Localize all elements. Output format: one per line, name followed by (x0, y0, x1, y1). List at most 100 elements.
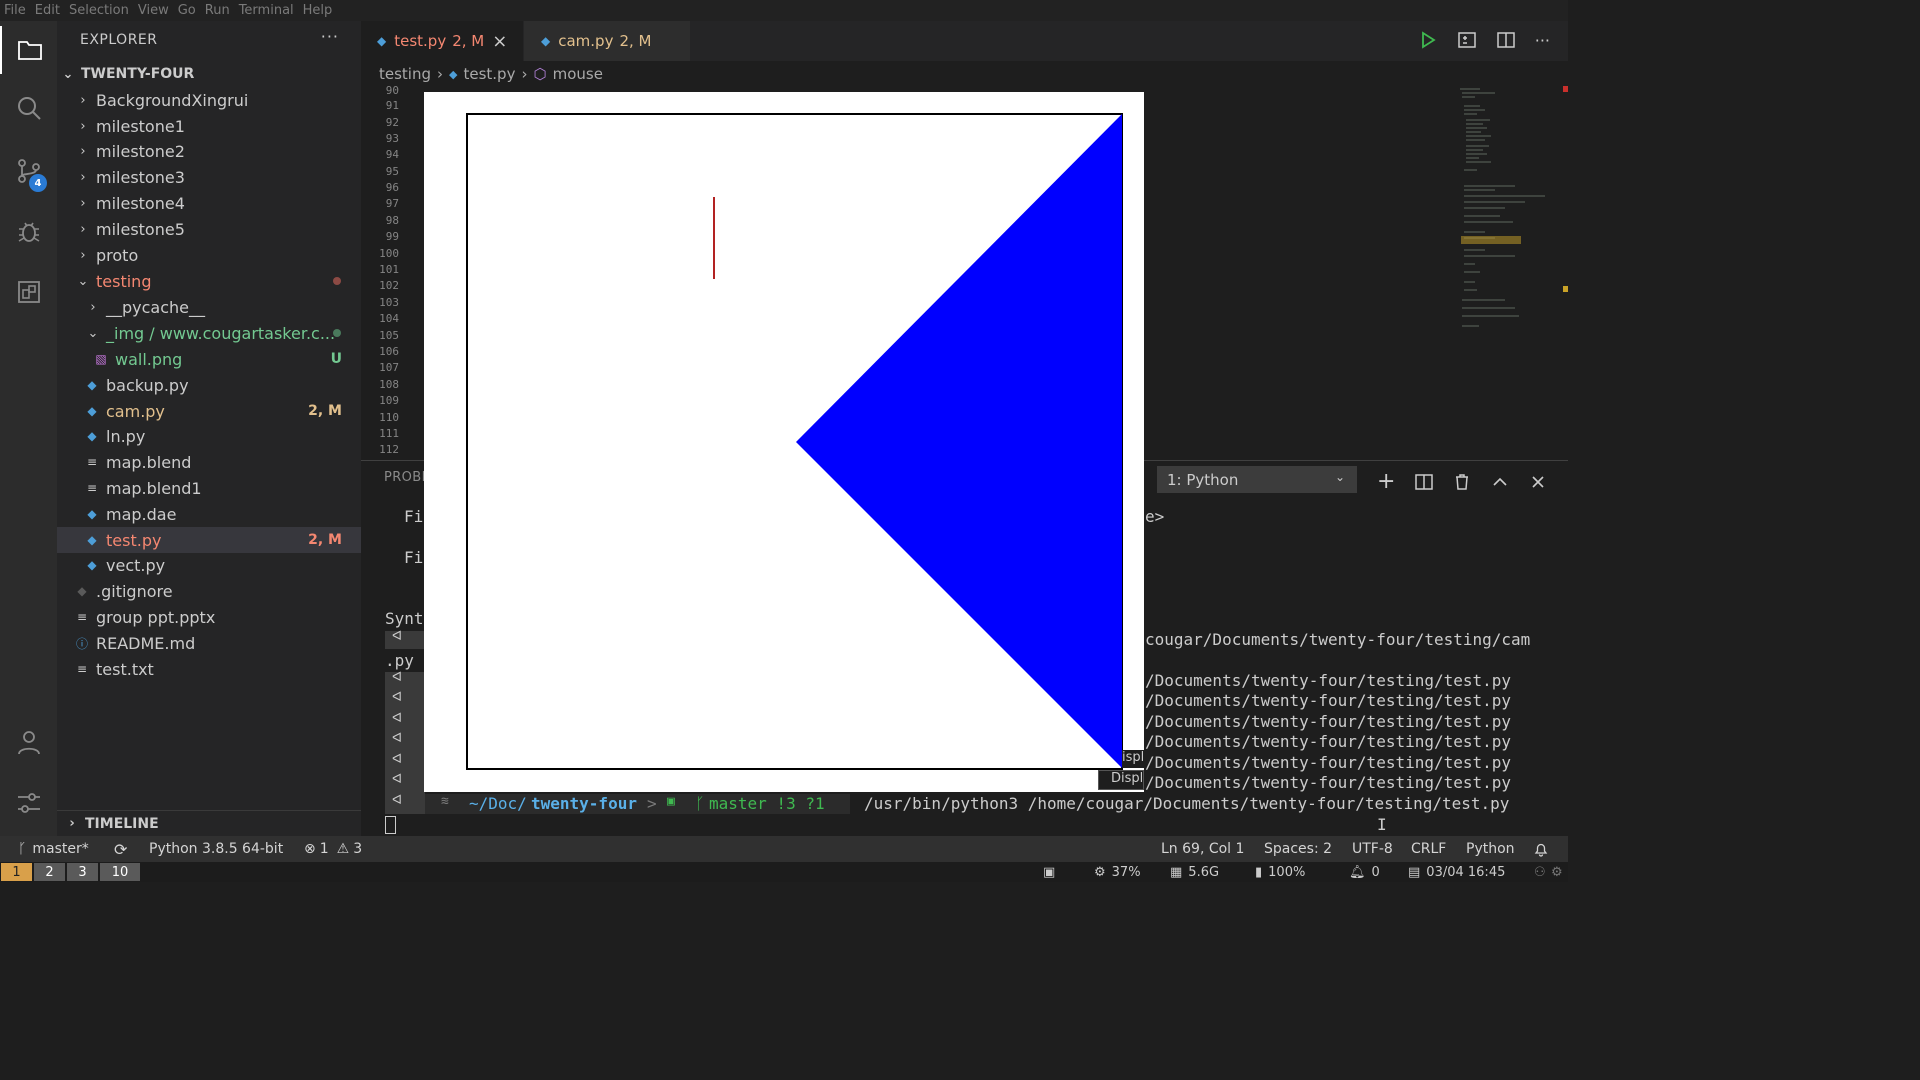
tree-item-label: test.py (106, 530, 162, 550)
menu-view[interactable]: View (138, 3, 169, 18)
tree-item-backgroundxingrui[interactable]: › BackgroundXingrui (57, 87, 361, 113)
git-file-icon: ◆ (77, 584, 87, 598)
prompt-arrow-icon: ᐊ (392, 731, 402, 746)
menu-selection[interactable]: Selection (69, 3, 129, 18)
status-problems[interactable]: ⊗ 1 ⚠ 3 (304, 836, 362, 862)
tree-item-gitignore[interactable]: ◆ .gitignore (57, 578, 361, 604)
tree-item-test-txt[interactable]: ≡ test.txt (57, 656, 361, 682)
pygame-window[interactable]: ispl Displ (424, 92, 1146, 792)
search-activity-button[interactable] (0, 84, 57, 132)
tree-item-img-folder[interactable]: ⌄ _img / www.cougartasker.c... (57, 320, 361, 346)
manage-activity-button[interactable] (0, 779, 57, 827)
tree-item-readme[interactable]: ⓘ README.md (57, 630, 361, 656)
tree-item-map-dae[interactable]: ◆ map.dae (57, 501, 361, 527)
breadcrumb-folder[interactable]: testing (379, 65, 431, 83)
prompt-arrow-icon: ᐊ (392, 772, 402, 787)
tree-item-wall-png[interactable]: ▧ wall.png U (57, 346, 361, 372)
status-cursor-position[interactable]: Ln 69, Col 1 (1161, 836, 1244, 862)
line-number: 100 (379, 247, 399, 260)
chevron-right-icon: › (90, 299, 96, 315)
tree-item-milestone3[interactable]: › milestone3 (57, 164, 361, 190)
explorer-activity-button[interactable] (0, 26, 57, 74)
workspace-3[interactable]: 3 (67, 863, 98, 881)
tray-app-icon[interactable]: ▣ (1043, 862, 1055, 882)
workspace-2[interactable]: 2 (34, 863, 65, 881)
tree-item-group-ppt[interactable]: ≡ group ppt.pptx (57, 604, 361, 630)
chevron-right-icon: › (80, 143, 86, 159)
status-branch[interactable]: ᚴ master* (18, 836, 89, 862)
explorer-more-button[interactable]: ··· (321, 27, 339, 46)
source-control-activity-button[interactable]: 4 (0, 147, 57, 195)
workspace-10[interactable]: 10 (100, 863, 140, 881)
menu-file[interactable]: File (4, 3, 26, 18)
line-number: 102 (379, 279, 399, 292)
split-terminal-icon[interactable] (1415, 473, 1434, 491)
tree-item-milestone4[interactable]: › milestone4 (57, 190, 361, 216)
network-icon[interactable]: ⚇ (1534, 862, 1546, 882)
notification-indicator[interactable]: 🔔︎ 0 (1349, 862, 1380, 882)
menu-help[interactable]: Help (303, 3, 333, 18)
line-number: 96 (385, 181, 399, 194)
trash-icon[interactable] (1453, 473, 1471, 491)
notification-count: 0 (1371, 864, 1380, 880)
sync-icon[interactable]: ⟳ (114, 836, 127, 862)
workspace-1[interactable]: 1 (1, 863, 32, 881)
terminal-line: .py (385, 651, 414, 670)
menu-go[interactable]: Go (178, 3, 196, 18)
breadcrumb-file[interactable]: test.py (463, 65, 515, 83)
menu-run[interactable]: Run (205, 3, 230, 18)
pygame-canvas[interactable] (424, 92, 1144, 792)
tree-item-map-blend[interactable]: ≡ map.blend (57, 449, 361, 475)
prompt-arrow-icon: ᐊ (392, 711, 402, 726)
vscode-window: File Edit Selection View Go Run Terminal… (0, 0, 1568, 882)
prompt-branch: master !3 ?1 (709, 794, 825, 813)
minimap[interactable] (1455, 86, 1568, 336)
status-eol[interactable]: CRLF (1411, 836, 1446, 862)
debug-activity-button[interactable] (0, 207, 57, 255)
extensions-activity-button[interactable] (0, 268, 57, 316)
breadcrumb-symbol[interactable]: mouse (553, 65, 603, 83)
tree-item-pycache[interactable]: › __pycache__ (57, 294, 361, 320)
status-python-interpreter[interactable]: Python 3.8.5 64-bit (149, 836, 283, 862)
run-icon[interactable] (1418, 30, 1438, 50)
new-terminal-icon[interactable]: + (1377, 469, 1395, 494)
line-number: 108 (379, 378, 399, 391)
python-file-icon: ◆ (87, 378, 97, 392)
bell-icon[interactable] (1533, 836, 1549, 862)
terminal-select[interactable]: 1: Python ⌄ (1157, 466, 1357, 493)
status-language[interactable]: Python (1466, 836, 1515, 862)
menu-terminal[interactable]: Terminal (239, 3, 294, 18)
settings-icon[interactable]: ⚙ (1551, 862, 1563, 882)
workspace-header[interactable]: ⌄ TWENTY-FOUR (57, 61, 361, 87)
tree-item-test-py[interactable]: ◆ test.py 2, M (57, 527, 361, 553)
close-icon[interactable]: × (492, 31, 507, 52)
tab-test-py[interactable]: ◆ test.py 2, M × (361, 21, 523, 61)
tree-item-testing[interactable]: ⌄ testing (57, 268, 361, 294)
tree-item-proto[interactable]: › proto (57, 242, 361, 268)
terminal-line: /Documents/twenty-four/testing/test.py (1145, 753, 1512, 772)
chevron-up-icon[interactable] (1491, 473, 1509, 491)
tree-item-backup-py[interactable]: ◆ backup.py (57, 372, 361, 398)
tree-item-milestone2[interactable]: › milestone2 (57, 138, 361, 164)
status-encoding[interactable]: UTF-8 (1352, 836, 1393, 862)
menu-edit[interactable]: Edit (35, 3, 60, 18)
chevron-right-icon: › (69, 816, 75, 831)
tree-item-ln-py[interactable]: ◆ ln.py (57, 423, 361, 449)
tree-item-cam-py[interactable]: ◆ cam.py 2, M (57, 398, 361, 424)
tab-cam-py[interactable]: ◆ cam.py 2, M (524, 21, 690, 61)
timeline-section[interactable]: › TIMELINE (57, 810, 361, 836)
display-tooltip: ispl (1122, 750, 1146, 768)
more-actions-icon[interactable]: ··· (1535, 31, 1550, 50)
status-indentation[interactable]: Spaces: 2 (1264, 836, 1332, 862)
open-changes-icon[interactable] (1457, 30, 1477, 50)
clock-indicator[interactable]: ▤ 03/04 16:45 (1408, 862, 1505, 882)
panel-tab-problems[interactable]: PROBL (384, 470, 429, 485)
close-panel-icon[interactable] (1529, 473, 1547, 491)
accounts-activity-button[interactable] (0, 718, 57, 766)
tree-item-vect-py[interactable]: ◆ vect.py (57, 552, 361, 578)
tree-item-label: ln.py (106, 426, 146, 446)
tree-item-milestone1[interactable]: › milestone1 (57, 113, 361, 139)
tree-item-map-blend1[interactable]: ≡ map.blend1 (57, 475, 361, 501)
tree-item-milestone5[interactable]: › milestone5 (57, 216, 361, 242)
split-editor-icon[interactable] (1496, 30, 1516, 50)
